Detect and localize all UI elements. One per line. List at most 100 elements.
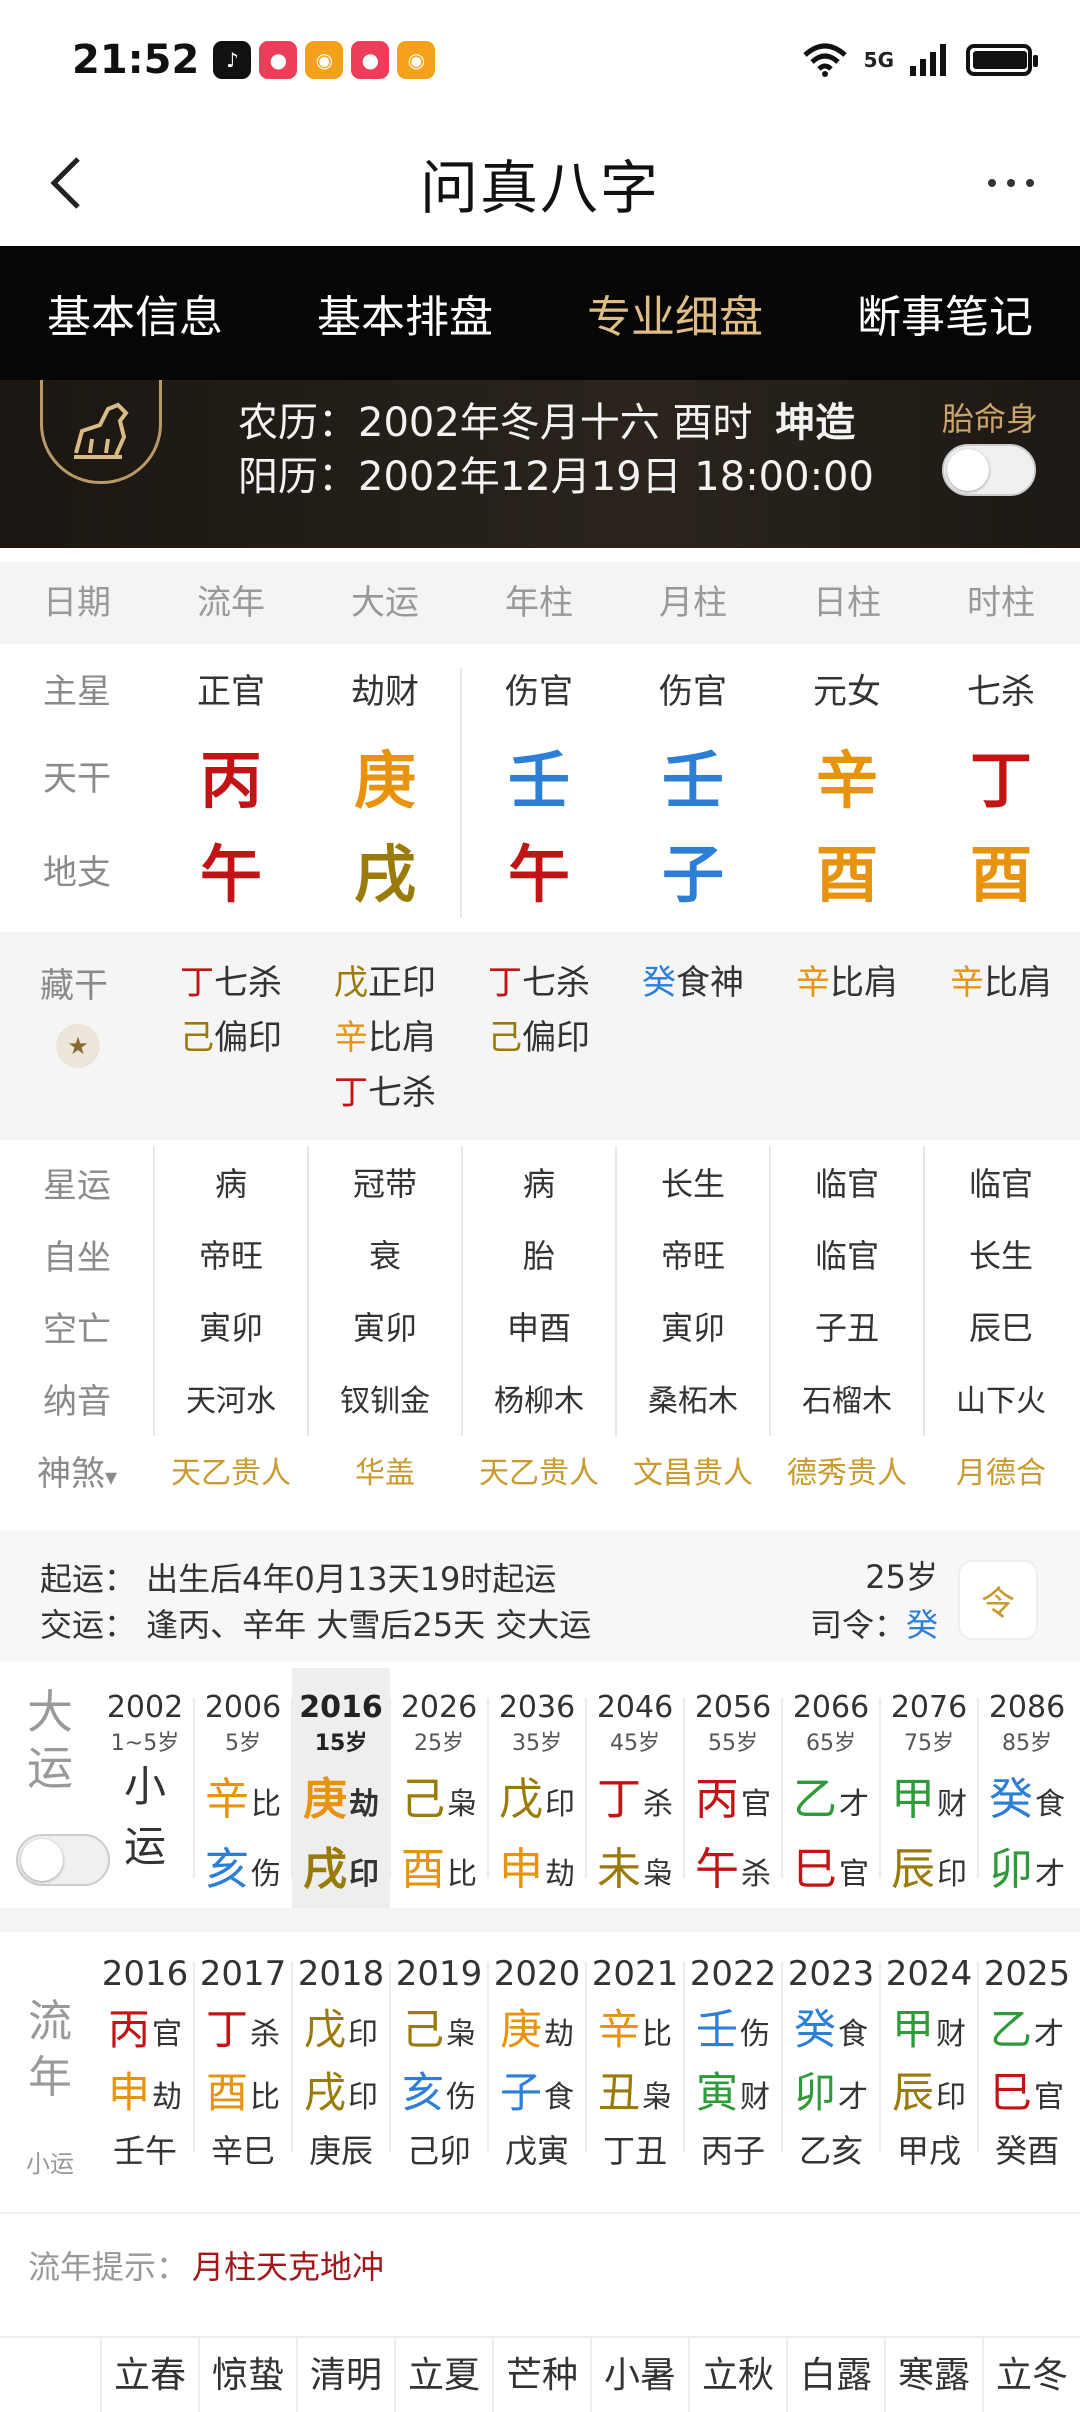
solar-term[interactable]: 惊蛰 <box>198 2338 296 2412</box>
dayun-ganzhi: 酉比 <box>390 1833 488 1897</box>
tab-basic-chart[interactable]: 基本排盘 <box>313 281 497 345</box>
liunian-column[interactable]: 2024 甲财辰印甲戌 <box>880 1932 978 2172</box>
solar-term[interactable]: 寒露 <box>884 2338 982 2412</box>
header-month-pillar: 月柱 <box>659 583 727 623</box>
liunian-ganzhi: 癸食 <box>782 1996 880 2057</box>
dayun-column[interactable]: 2076 75岁甲财辰印 <box>880 1668 978 1908</box>
nayin-row: 纳音 天河水 钗钏金 杨柳木 桑柘木 石榴木 山下火 <box>0 1362 1080 1434</box>
xiaoyun-ganzhi: 乙亥 <box>798 2132 863 2170</box>
dayun-column[interactable]: 2066 65岁乙才巳官 <box>782 1668 880 1908</box>
tiangan-cell: 辛 <box>815 744 878 817</box>
liunian-shishen: 杀 <box>250 2017 280 2052</box>
shensha-cell[interactable]: 月德合 <box>924 1448 1078 1492</box>
shensha-cell[interactable]: 文昌贵人 <box>616 1448 770 1492</box>
zizuo-row: 自坐 帝旺 衰 胎 帝旺 临官 长生 <box>0 1218 1080 1290</box>
hidden-stem-gan: 癸 <box>642 963 676 1003</box>
dayun-label: 大运 <box>18 1684 82 1796</box>
dayun-age: 65岁 <box>806 1731 856 1756</box>
liunian-column[interactable]: 2018 戊印戌印庚辰 <box>292 1932 390 2172</box>
more-options-button[interactable] <box>976 148 1046 218</box>
solar-term[interactable]: 立秋 <box>688 2338 786 2412</box>
zizuo-label: 自坐 <box>43 1237 111 1278</box>
liunian-ganzhi: 亥伤 <box>390 2059 488 2120</box>
back-button[interactable] <box>30 148 100 218</box>
main-star-cell: 伤官 <box>659 671 727 712</box>
solar-term[interactable]: 立夏 <box>394 2338 492 2412</box>
column-divider <box>879 1698 881 1878</box>
dayun-column[interactable]: 2056 55岁丙官午杀 <box>684 1668 782 1908</box>
liunian-tip: 流年提示： 月柱天克地冲 <box>0 2212 1080 2314</box>
liunian-column[interactable]: 2025 乙才巳官癸酉 <box>978 1932 1076 2172</box>
kongwang-cell: 寅卯 <box>198 1309 263 1347</box>
dayun-column[interactable]: 2002 1~5岁小运 <box>96 1668 194 1908</box>
shensha-cell[interactable]: 天乙贵人 <box>462 1448 616 1492</box>
tab-notes[interactable]: 断事笔记 <box>853 281 1037 345</box>
nayin-cell: 杨柳木 <box>494 1384 584 1419</box>
xiaoyun-text: 运 <box>123 1822 166 1871</box>
hidden-stem-item: 辛比肩 <box>308 1011 462 1066</box>
liunian-gan: 癸 <box>793 2005 836 2054</box>
main-star-cell: 正官 <box>197 671 265 712</box>
header-day-pillar: 日柱 <box>813 583 881 623</box>
dayun-shishen: 劫 <box>545 1857 575 1892</box>
calendar-button[interactable]: 令 <box>958 1560 1038 1640</box>
dayun-column[interactable]: 2086 85岁癸食卯才 <box>978 1668 1076 1908</box>
liunian-column[interactable]: 2019 己枭亥伤己卯 <box>390 1932 488 2172</box>
dayun-zhi: 亥 <box>205 1844 249 1895</box>
caret-down-icon: ▾ <box>104 1462 118 1491</box>
xingyun-cell: 长生 <box>660 1165 725 1203</box>
dizhi-cell: 午 <box>199 838 262 911</box>
star-badge-icon[interactable]: ★ <box>56 1024 100 1068</box>
header-hour-pillar: 时柱 <box>967 583 1035 623</box>
zizuo-cell: 长生 <box>968 1237 1033 1275</box>
dayun-column[interactable]: 2016 15岁庚劫戌印 <box>292 1668 390 1908</box>
tiangan-cell: 丁 <box>969 744 1032 817</box>
liunian-zhi: 辰 <box>891 2068 934 2117</box>
shensha-cell[interactable]: 德秀贵人 <box>770 1448 924 1492</box>
liunian-column[interactable]: 2017 丁杀酉比辛巳 <box>194 1932 292 2172</box>
lunar-date: 农历：2002年冬月十六 酉时 坤造 <box>238 390 855 448</box>
xingyun-cell: 临官 <box>968 1165 1033 1203</box>
hidden-stem-column: 丁七杀 己偏印 <box>154 956 308 1066</box>
hidden-stem-gan: 己 <box>180 1018 214 1058</box>
hidden-stem-shishen: 正印 <box>368 963 436 1003</box>
hidden-stem-gan: 丁 <box>180 963 214 1003</box>
tab-basic-info[interactable]: 基本信息 <box>43 281 227 345</box>
solar-term[interactable]: 清明 <box>296 2338 394 2412</box>
shensha-cell[interactable]: 华盖 <box>308 1448 462 1492</box>
liunian-shishen: 财 <box>740 2080 770 2115</box>
dayun-column[interactable]: 2026 25岁己枭酉比 <box>390 1668 488 1908</box>
shensha-dropdown[interactable]: 神煞▾ <box>0 1446 154 1495</box>
hidden-stem-shishen: 七杀 <box>214 963 282 1003</box>
dayun-age: 85岁 <box>1002 1731 1052 1756</box>
liunian-column[interactable]: 2021 辛比丑枭丁丑 <box>586 1932 684 2172</box>
liunian-column[interactable]: 2016 丙官申劫壬午 <box>96 1932 194 2172</box>
dayun-gan: 庚 <box>303 1774 347 1825</box>
liunian-column[interactable]: 2022 壬伤寅财丙子 <box>684 1932 782 2172</box>
dayun-ganzhi: 申劫 <box>488 1833 586 1897</box>
dayun-column[interactable]: 2046 45岁丁杀未枭 <box>586 1668 684 1908</box>
tab-professional-chart[interactable]: 专业细盘 <box>583 281 767 345</box>
liunian-column[interactable]: 2023 癸食卯才乙亥 <box>782 1932 880 2172</box>
dayun-year: 2006 <box>204 1690 282 1725</box>
section-divider <box>0 1908 1080 1932</box>
solar-term[interactable]: 立冬 <box>982 2338 1080 2412</box>
dayun-shishen: 才 <box>1035 1857 1065 1892</box>
solar-term[interactable]: 芒种 <box>492 2338 590 2412</box>
dayun-column[interactable]: 2006 5岁辛比亥伤 <box>194 1668 292 1908</box>
liunian-shishen: 才 <box>838 2080 868 2115</box>
solar-term[interactable]: 立春 <box>100 2338 198 2412</box>
dayun-column[interactable]: 2036 35岁戊印申劫 <box>488 1668 586 1908</box>
hidden-stem-item: 己偏印 <box>462 1011 616 1066</box>
liunian-gan: 丙 <box>107 2005 150 2054</box>
column-divider <box>683 1962 685 2152</box>
shensha-cell[interactable]: 天乙贵人 <box>154 1448 308 1492</box>
taiming-toggle[interactable] <box>942 444 1036 496</box>
solar-term[interactable]: 小暑 <box>590 2338 688 2412</box>
main-star-row: 主星 正官 劫财 伤官 伤官 元女 七杀 <box>0 648 1080 728</box>
liunian-column[interactable]: 2020 庚劫子食戊寅 <box>488 1932 586 2172</box>
dizhi-cell: 酉 <box>815 838 878 911</box>
solar-term[interactable]: 白露 <box>786 2338 884 2412</box>
hidden-stem-item: 辛比肩 <box>770 956 924 1011</box>
liunian-ganzhi: 酉比 <box>194 2059 292 2120</box>
